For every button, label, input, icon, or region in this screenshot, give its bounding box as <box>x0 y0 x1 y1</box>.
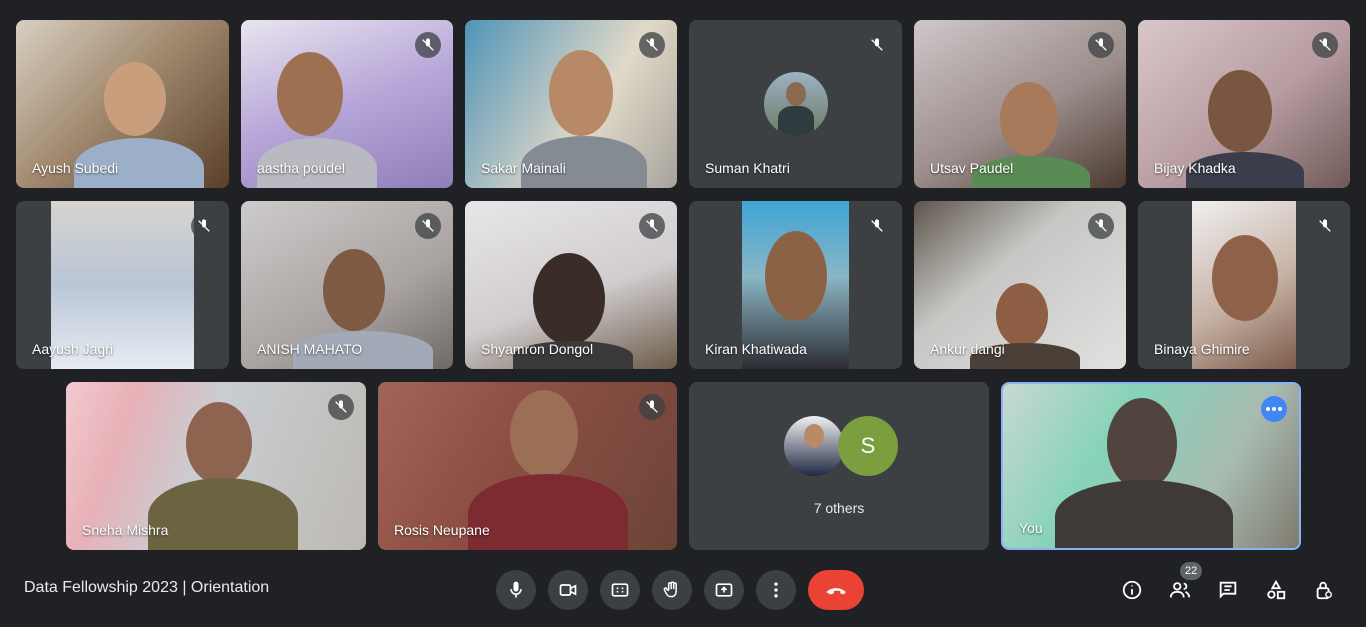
participant-tile[interactable]: Sakar Mainali <box>465 20 677 188</box>
participant-name: ANISH MAHATO <box>257 341 363 357</box>
others-tile[interactable]: S 7 others <box>689 382 989 550</box>
more-options-icon[interactable] <box>1261 396 1287 422</box>
activities-icon <box>1267 579 1286 600</box>
muted-mic-icon <box>864 32 890 58</box>
participant-face <box>1208 70 1272 152</box>
participant-face <box>186 402 252 484</box>
self-view-tile[interactable]: You <box>1001 382 1301 550</box>
participant-name: Utsav Paudel <box>930 160 1014 176</box>
participant-tile[interactable]: Binaya Ghimire <box>1138 201 1350 369</box>
participant-face <box>323 249 385 331</box>
participant-tile[interactable]: Suman Khatri <box>689 20 902 188</box>
participant-name: Sneha Mishra <box>82 522 169 538</box>
participant-body <box>1055 480 1233 548</box>
host-controls-button[interactable] <box>1310 576 1338 604</box>
people-icon <box>1169 582 1191 598</box>
participant-name: Ankur dangi <box>930 341 1005 357</box>
muted-mic-icon <box>639 32 665 58</box>
more-options-icon <box>774 582 778 598</box>
participant-name: Bijay Khadka <box>1154 160 1236 176</box>
avatar <box>764 72 828 136</box>
participant-face <box>510 390 578 478</box>
muted-mic-icon <box>639 394 665 420</box>
participant-face <box>1000 82 1058 156</box>
muted-mic-icon <box>415 213 441 239</box>
info-button[interactable] <box>1118 576 1146 604</box>
participant-name: Suman Khatri <box>705 160 790 176</box>
avatar <box>784 416 844 476</box>
avatar: S <box>838 416 898 476</box>
hangup-icon <box>826 588 846 595</box>
chat-icon <box>1219 581 1237 599</box>
muted-mic-icon <box>1088 213 1114 239</box>
participant-tile[interactable]: ANISH MAHATO <box>241 201 453 369</box>
muted-mic-icon <box>1312 213 1338 239</box>
participant-body <box>148 478 298 550</box>
participant-name: Rosis Neupane <box>394 522 490 538</box>
participant-name: aastha poudel <box>257 160 345 176</box>
raise-hand-button[interactable] <box>652 570 692 610</box>
participant-face <box>996 283 1048 347</box>
participant-tile[interactable]: Bijay Khadka <box>1138 20 1350 188</box>
hangup-button[interactable] <box>808 570 864 610</box>
participant-tile[interactable]: Aayush Jagri <box>16 201 229 369</box>
participant-name: Aayush Jagri <box>32 341 113 357</box>
captions-button[interactable] <box>600 570 640 610</box>
microphone-icon <box>510 581 522 598</box>
participant-face <box>549 50 613 136</box>
participant-face <box>533 253 605 345</box>
muted-mic-icon <box>328 394 354 420</box>
meeting-title: Data Fellowship 2023 | Orientation <box>24 579 270 596</box>
participant-face <box>1107 398 1177 490</box>
participant-tile[interactable]: Utsav Paudel <box>914 20 1126 188</box>
info-icon <box>1122 580 1142 600</box>
participant-face <box>765 231 827 321</box>
participant-name: You <box>1019 520 1043 536</box>
participant-tile[interactable]: Rosis Neupane <box>378 382 677 550</box>
people-count-badge: 22 <box>1180 562 1202 580</box>
captions-icon <box>611 583 629 597</box>
participant-face <box>277 52 343 136</box>
others-label: 7 others <box>813 500 865 516</box>
participant-face <box>104 62 166 136</box>
host-controls-icon <box>1316 581 1333 600</box>
participant-name: Binaya Ghimire <box>1154 341 1250 357</box>
muted-mic-icon <box>1312 32 1338 58</box>
participant-name: Ayush Subedi <box>32 160 119 176</box>
participant-name: Kiran Khatiwada <box>705 341 807 357</box>
avatar-initial: S <box>860 433 876 458</box>
participant-tile[interactable]: Sneha Mishra <box>66 382 366 550</box>
muted-mic-icon <box>191 213 217 239</box>
activities-button[interactable] <box>1262 576 1290 604</box>
participant-name: Shyamron Dongol <box>481 341 594 357</box>
present-screen-button[interactable] <box>704 570 744 610</box>
participant-tile[interactable]: Kiran Khatiwada <box>689 201 902 369</box>
raise-hand-icon <box>663 581 677 598</box>
camera-button[interactable] <box>548 570 588 610</box>
chat-button[interactable] <box>1214 576 1242 604</box>
present-screen-icon <box>715 583 733 597</box>
participant-body <box>468 474 628 550</box>
people-button[interactable] <box>1166 576 1194 604</box>
participant-face <box>1212 235 1278 321</box>
muted-mic-icon <box>415 32 441 58</box>
more-options-button[interactable] <box>756 570 796 610</box>
participant-tile[interactable]: Ankur dangi <box>914 201 1126 369</box>
muted-mic-icon <box>1088 32 1114 58</box>
microphone-button[interactable] <box>496 570 536 610</box>
participant-name: Sakar Mainali <box>481 160 566 176</box>
muted-mic-icon <box>639 213 665 239</box>
muted-mic-icon <box>864 213 890 239</box>
participant-tile[interactable]: Ayush Subedi <box>16 20 229 188</box>
camera-icon <box>559 584 577 596</box>
participant-tile[interactable]: aastha poudel <box>241 20 453 188</box>
participant-tile[interactable]: Shyamron Dongol <box>465 201 677 369</box>
